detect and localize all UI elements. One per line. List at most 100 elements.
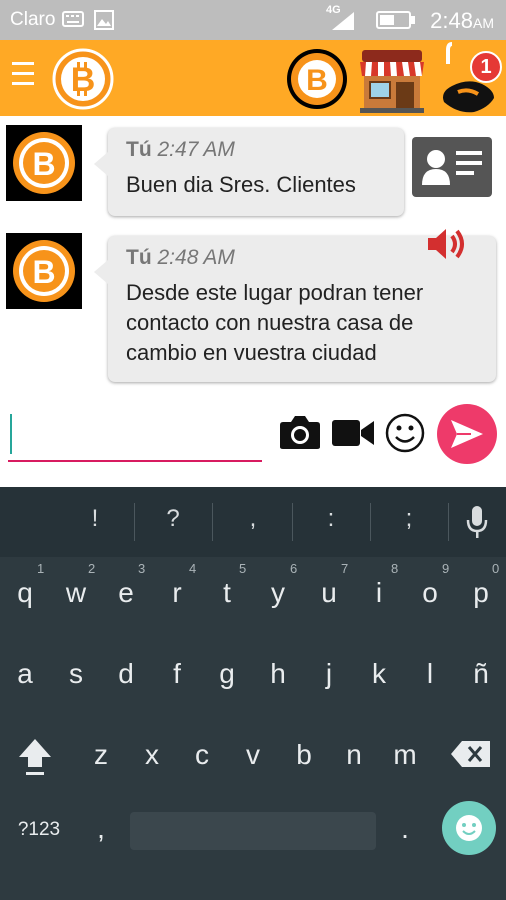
suggestion-divider — [134, 503, 135, 541]
key-hint: 6 — [290, 561, 298, 576]
backspace-key[interactable] — [446, 739, 496, 776]
key-p[interactable]: p — [456, 577, 506, 609]
key-hint: 3 — [138, 561, 146, 576]
key-i[interactable]: i — [354, 577, 404, 609]
bitcoin-profile-button[interactable]: B — [286, 48, 348, 110]
key-g[interactable]: g — [202, 658, 252, 690]
key-label: p — [473, 577, 489, 608]
suggestion-colon[interactable]: : — [306, 505, 356, 533]
camera-icon — [280, 416, 320, 449]
shop-icon — [360, 50, 424, 113]
key-u[interactable]: u — [304, 577, 354, 609]
shop-button[interactable] — [356, 46, 428, 114]
carrier-label: Claro — [10, 9, 56, 30]
key-o[interactable]: o — [405, 577, 455, 609]
key-l[interactable]: l — [405, 658, 455, 690]
bitcoin-avatar-icon: B — [13, 240, 75, 302]
sender-avatar[interactable]: B — [6, 125, 82, 201]
video-button[interactable] — [332, 418, 374, 453]
key-s[interactable]: s — [51, 658, 101, 690]
message-time: 2:48 AM — [157, 246, 235, 269]
calls-button[interactable]: 1 — [438, 42, 506, 116]
key-label: t — [223, 577, 231, 608]
message-input[interactable] — [8, 410, 262, 462]
key-label: . — [401, 813, 409, 844]
menu-button[interactable] — [12, 62, 36, 94]
clock-ampm: AM — [473, 15, 494, 31]
key-m[interactable]: m — [380, 739, 430, 771]
key-label: h — [270, 658, 286, 689]
key-k[interactable]: k — [354, 658, 404, 690]
message-text-line: contacto con nuestra casa de — [126, 310, 414, 335]
notification-badge: 1 — [470, 51, 502, 83]
key-label: d — [118, 658, 134, 689]
microphone-icon — [466, 506, 488, 538]
key-d[interactable]: d — [101, 658, 151, 690]
key-label: w — [65, 577, 87, 608]
play-audio-button[interactable] — [426, 226, 468, 262]
suggestion-exclaim[interactable]: ! — [70, 505, 120, 533]
suggestion-divider — [370, 503, 371, 541]
key-c[interactable]: c — [177, 739, 227, 771]
suggestion-question[interactable]: ? — [148, 505, 198, 533]
bitcoin-icon: B — [287, 49, 347, 109]
period-key[interactable]: . — [380, 813, 430, 845]
key-b[interactable]: b — [279, 739, 329, 771]
key-hint: 8 — [391, 561, 399, 576]
send-icon — [451, 420, 483, 448]
message-text: Buen dia Sres. Clientes — [126, 172, 356, 197]
message-meta: Tú 2:47 AM — [126, 138, 386, 162]
key-hint: 0 — [492, 561, 500, 576]
key-hint: 4 — [189, 561, 197, 576]
key-w[interactable]: w — [51, 577, 101, 609]
svg-text:B: B — [306, 64, 328, 97]
shift-key[interactable] — [10, 735, 60, 777]
send-button[interactable] — [437, 404, 497, 464]
contact-card-button[interactable] — [412, 137, 492, 197]
battery-icon — [376, 11, 416, 35]
keyboard-status-icon — [62, 10, 84, 34]
backspace-icon — [451, 741, 490, 767]
message-sender: Tú — [126, 138, 152, 161]
message-bubble[interactable]: Tú 2:47 AM Buen dia Sres. Clientes — [94, 128, 404, 216]
key-label: q — [17, 577, 33, 608]
key-label: i — [375, 577, 383, 608]
suggestion-semicolon[interactable]: ; — [384, 505, 434, 533]
svg-text:B: B — [32, 254, 55, 290]
key-label: g — [219, 658, 235, 689]
key-n[interactable]: n — [329, 739, 379, 771]
key-j[interactable]: j — [304, 658, 354, 690]
bitcoin-avatar-icon: B — [13, 132, 75, 194]
key-z[interactable]: z — [76, 739, 126, 771]
key-label: m — [393, 739, 417, 770]
key-e[interactable]: e — [101, 577, 151, 609]
suggestion-comma[interactable]: , — [228, 505, 278, 533]
key-v[interactable]: v — [228, 739, 278, 771]
key-y[interactable]: y — [253, 577, 303, 609]
sender-avatar[interactable]: B — [6, 233, 82, 309]
key-t[interactable]: t — [202, 577, 252, 609]
key-f[interactable]: f — [152, 658, 202, 690]
menu-line — [12, 62, 34, 65]
comma-key[interactable]: , — [76, 813, 126, 845]
key-enye[interactable]: ñ — [456, 658, 506, 690]
key-a[interactable]: a — [0, 658, 50, 690]
camera-button[interactable] — [279, 414, 321, 455]
emoji-button[interactable] — [385, 413, 425, 458]
menu-line — [12, 72, 34, 75]
key-r[interactable]: r — [152, 577, 202, 609]
symbols-key[interactable]: ?123 — [8, 819, 70, 841]
key-q[interactable]: q — [0, 577, 50, 609]
space-bar[interactable] — [130, 812, 376, 850]
suggestion-divider — [212, 503, 213, 541]
emoji-keyboard-key[interactable] — [442, 801, 496, 855]
key-label: l — [426, 658, 434, 689]
soft-keyboard: ! ? , : ; q w e r t y u i o p 1 2 3 4 5 … — [0, 487, 506, 900]
emoji-face-icon — [456, 815, 482, 841]
key-x[interactable]: x — [127, 739, 177, 771]
clock-time: 2:48 — [430, 8, 473, 33]
key-h[interactable]: h — [253, 658, 303, 690]
image-status-icon — [94, 10, 114, 36]
clock: 2:48AM — [430, 8, 494, 34]
voice-input-button[interactable] — [466, 505, 488, 544]
